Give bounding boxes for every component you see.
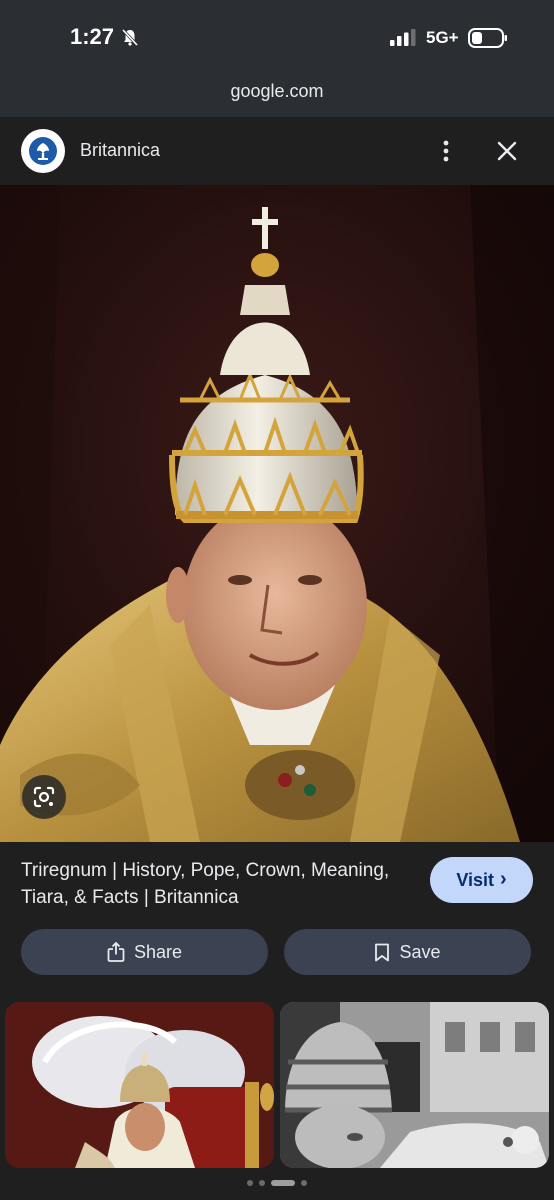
lens-icon: [33, 786, 55, 808]
signal-icon: [390, 29, 416, 46]
page-dot: [301, 1180, 307, 1186]
page-dot-active: [271, 1180, 295, 1186]
source-header: Britannica: [0, 117, 554, 185]
save-button[interactable]: Save: [284, 929, 531, 975]
chevron-right-icon: ›: [500, 867, 507, 890]
url-text[interactable]: google.com: [230, 81, 323, 102]
close-icon[interactable]: [496, 140, 518, 162]
battery-icon: [468, 28, 507, 48]
status-bar: 1:27 5G+: [0, 0, 554, 70]
bookmark-icon: [375, 943, 390, 961]
status-time: 1:27: [70, 24, 115, 49]
related-image-pope-tiara-bw[interactable]: [280, 1002, 549, 1168]
more-options-icon[interactable]: [436, 139, 456, 163]
bell-muted-icon: [121, 28, 139, 46]
page-dot: [247, 1180, 253, 1186]
related-image-pope-throne[interactable]: [5, 1002, 274, 1168]
page-dot: [259, 1180, 265, 1186]
share-label: Share: [133, 941, 183, 962]
result-title[interactable]: Triregnum | History, Pope, Crown, Meanin…: [21, 857, 411, 911]
share-icon: [107, 942, 125, 962]
source-name[interactable]: Britannica: [80, 140, 160, 161]
visit-button[interactable]: Visit ›: [430, 857, 533, 903]
share-button[interactable]: Share: [21, 929, 268, 975]
pagination-dots: [0, 1176, 554, 1190]
google-lens-button[interactable]: [22, 775, 66, 819]
save-label: Save: [399, 941, 441, 962]
url-bar[interactable]: google.com: [0, 70, 554, 117]
britannica-logo-icon[interactable]: [21, 129, 65, 173]
visit-label: Visit: [456, 869, 494, 890]
network-label: 5G+: [426, 28, 459, 47]
main-result-image[interactable]: [0, 185, 554, 842]
